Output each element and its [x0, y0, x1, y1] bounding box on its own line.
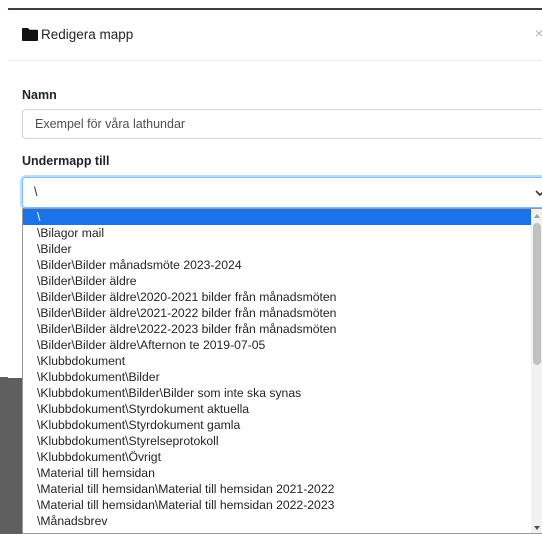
parent-folder-select[interactable]: \ [22, 177, 542, 208]
folder-option[interactable]: \Bilder\Bilder månadsmöte 2023-2024 [23, 257, 531, 273]
parent-folder-selected-value: \ [34, 185, 38, 199]
parent-folder-options-list[interactable]: \ \Bilagor mail \Bilder \Bilder\Bilder m… [22, 208, 542, 534]
folder-option[interactable]: \Klubbdokument\Övrigt [23, 449, 531, 465]
folder-option[interactable]: \Bilder\Bilder äldre\2021-2022 bilder fr… [23, 305, 531, 321]
folder-option[interactable]: \Bilder [23, 241, 531, 257]
scroll-up-arrow-icon[interactable] [531, 210, 542, 222]
chevron-down-icon [535, 190, 542, 197]
folder-option[interactable]: \Klubbdokument [23, 353, 531, 369]
name-input[interactable] [22, 109, 542, 139]
folder-option[interactable]: \Material till hemsidan [23, 465, 531, 481]
folder-icon [22, 28, 38, 41]
folder-option[interactable]: \Klubbdokument\Styrdokument gamla [23, 417, 531, 433]
folder-option[interactable]: \Klubbdokument\Styrelseprotokoll [23, 433, 531, 449]
folder-option[interactable]: \Klubbdokument\Styrdokument aktuella [23, 401, 531, 417]
folder-option[interactable]: \Bilder\Bilder äldre\2022-2023 bilder fr… [23, 321, 531, 337]
folder-option[interactable]: \Klubbdokument\Bilder [23, 369, 531, 385]
folder-option-selected[interactable]: \ [23, 209, 531, 225]
modal-backdrop [0, 377, 22, 534]
dropdown-scrollbar[interactable] [531, 209, 542, 534]
close-icon[interactable]: × [535, 25, 542, 41]
parent-folder-label: Undermapp till [22, 154, 110, 168]
scrollbar-thumb[interactable] [533, 223, 541, 365]
folder-option[interactable]: \Månadsbrev [23, 513, 531, 529]
folder-option[interactable]: \Material till hemsidan\Material till he… [23, 497, 531, 513]
name-label: Namn [22, 88, 57, 102]
dialog-header: Redigera mapp × [8, 10, 542, 61]
scroll-down-arrow-icon[interactable] [531, 522, 542, 534]
folder-option[interactable]: \Klubbdokument\Bilder\Bilder som inte sk… [23, 385, 531, 401]
dialog-title: Redigera mapp [41, 27, 134, 42]
folder-option[interactable]: \Bilagor mail [23, 225, 531, 241]
folder-option[interactable]: \Material till hemsidan\Material till he… [23, 481, 531, 497]
folder-option[interactable]: \Bilder\Bilder äldre [23, 273, 531, 289]
folder-option[interactable]: \Bilder\Bilder äldre\2020-2021 bilder fr… [23, 289, 531, 305]
folder-option[interactable]: \Bilder\Bilder äldre\Afternon te 2019-07… [23, 337, 531, 353]
